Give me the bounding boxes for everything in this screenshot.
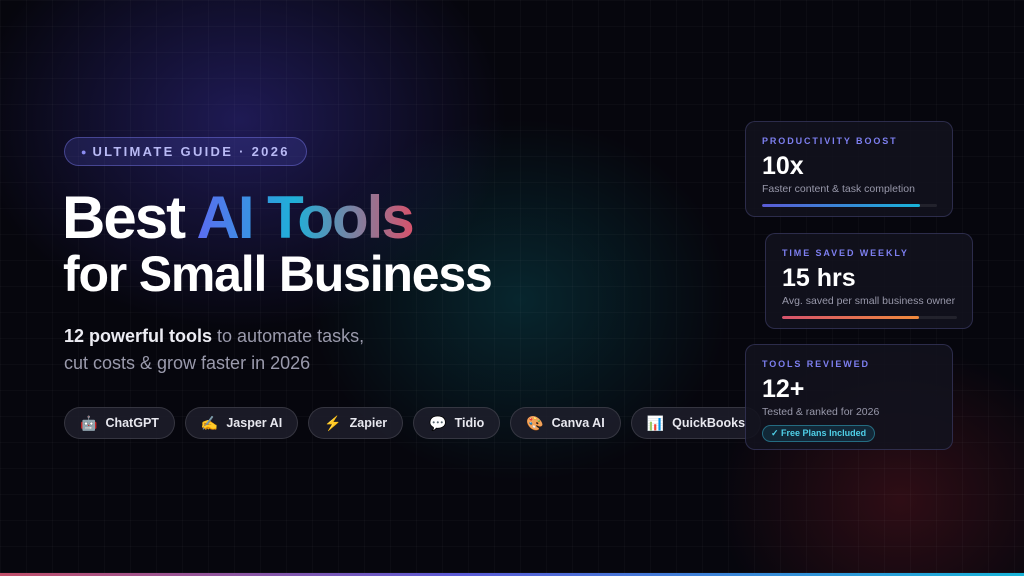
stat-label: TIME SAVED WEEKLY bbox=[782, 248, 909, 258]
stat-label: PRODUCTIVITY BOOST bbox=[762, 136, 898, 146]
subtitle-strong: 12 powerful tools bbox=[64, 326, 213, 346]
tool-pill-label: Canva AI bbox=[551, 416, 605, 430]
tool-pill-label: Jasper AI bbox=[226, 416, 283, 430]
stat-value: 15 hrs bbox=[782, 264, 856, 292]
page-title: Best AI Tools bbox=[62, 184, 415, 251]
stat-label: TOOLS REVIEWED bbox=[762, 359, 870, 369]
stat-value: 12+ bbox=[762, 375, 805, 403]
title-plain: Best bbox=[62, 184, 197, 251]
tool-pill-jasper-ai[interactable]: ✍️ Jasper AI bbox=[184, 407, 299, 439]
page-title-line2: for Small Business bbox=[63, 246, 493, 302]
subtitle-line2: cut costs & grow faster in 2026 bbox=[64, 353, 311, 373]
badge-text: ULTIMATE GUIDE · 2026 bbox=[92, 144, 290, 159]
tool-pill-label: QuickBooks bbox=[672, 416, 746, 430]
palette-icon: 🎨 bbox=[526, 415, 544, 431]
stat-card-time-saved: TIME SAVED WEEKLY 15 hrs Avg. saved per … bbox=[765, 233, 973, 329]
guide-badge: ● ULTIMATE GUIDE · 2026 bbox=[64, 137, 307, 166]
stat-desc: Faster content & task completion bbox=[762, 183, 915, 195]
tool-pill-zapier[interactable]: ⚡ Zapier bbox=[308, 407, 404, 439]
tool-pill-quickbooks[interactable]: 📊 QuickBooks bbox=[630, 407, 762, 439]
progress-bar bbox=[762, 204, 937, 207]
tool-pill-label: Zapier bbox=[349, 416, 388, 430]
stat-card-tools-reviewed: TOOLS REVIEWED 12+ Tested & ranked for 2… bbox=[745, 344, 953, 450]
progress-fill bbox=[782, 316, 919, 319]
tool-pill-label: Tidio bbox=[454, 416, 485, 430]
stat-desc: Tested & ranked for 2026 bbox=[762, 406, 880, 418]
stat-value: 10x bbox=[762, 152, 804, 180]
progress-fill bbox=[762, 204, 920, 207]
progress-bar bbox=[782, 316, 957, 319]
tool-pill-label: ChatGPT bbox=[105, 416, 159, 430]
writing-hand-icon: ✍️ bbox=[200, 415, 219, 431]
title-gradient: AI Tools bbox=[196, 184, 415, 251]
stat-card-productivity: PRODUCTIVITY BOOST 10x Faster content & … bbox=[745, 121, 953, 217]
stat-desc: Avg. saved per small business owner bbox=[782, 295, 956, 307]
tool-pill-tidio[interactable]: 💬 Tidio bbox=[413, 407, 501, 439]
tool-pills: 🤖 ChatGPT ✍️ Jasper AI ⚡ Zapier 💬 Tidio … bbox=[64, 407, 762, 439]
bar-chart-icon: 📊 bbox=[646, 415, 665, 431]
robot-icon: 🤖 bbox=[80, 415, 98, 431]
free-plans-badge: ✓ Free Plans Included bbox=[762, 425, 876, 442]
subtitle: 12 powerful tools to automate tasks, cut… bbox=[64, 323, 484, 377]
dot-icon: ● bbox=[81, 146, 87, 157]
speech-bubble-icon: 💬 bbox=[429, 415, 447, 431]
lightning-icon: ⚡ bbox=[324, 415, 342, 431]
tool-pill-chatgpt[interactable]: 🤖 ChatGPT bbox=[64, 407, 175, 439]
subtitle-rest: to automate tasks, bbox=[212, 326, 365, 346]
tool-pill-canva-ai[interactable]: 🎨 Canva AI bbox=[510, 407, 621, 439]
